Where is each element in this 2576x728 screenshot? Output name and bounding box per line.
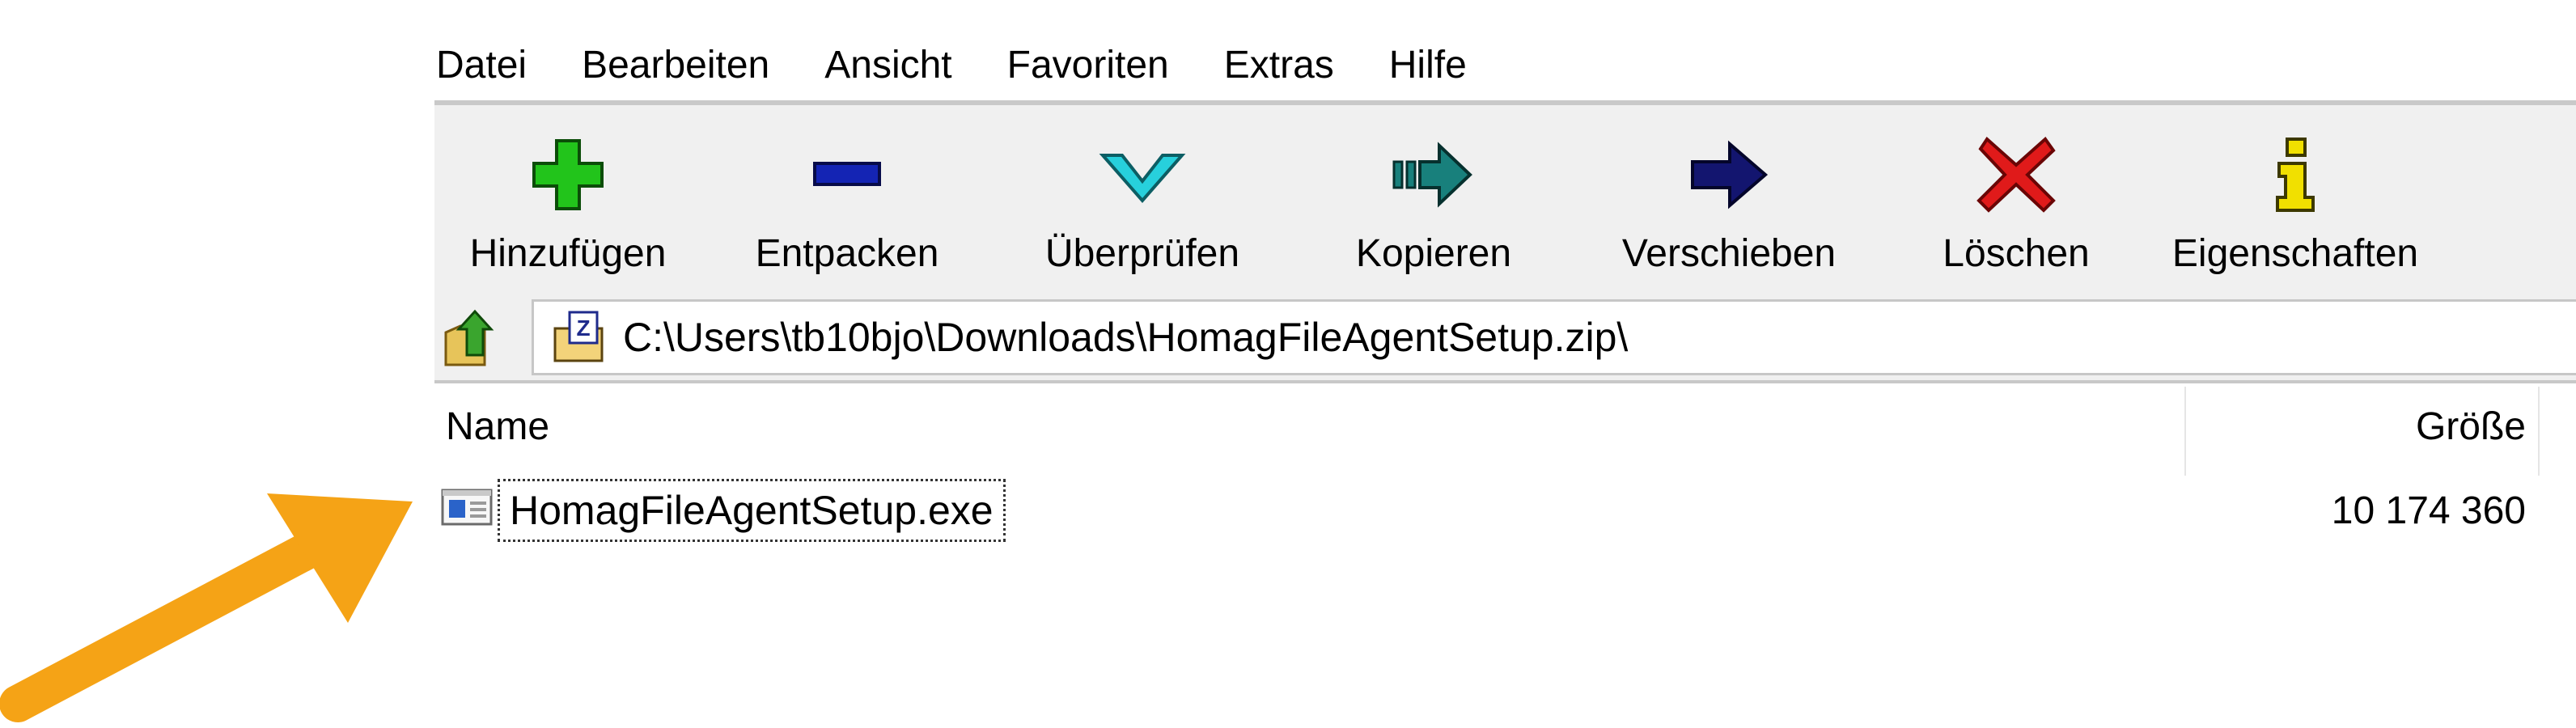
move-label: Verschieben	[1621, 232, 1837, 275]
address-bar: Z C:\Users\tb10bjo\Downloads\HomagFileAg…	[434, 293, 2576, 383]
add-icon	[523, 134, 612, 215]
menu-ansicht[interactable]: Ansicht	[823, 43, 953, 87]
properties-button[interactable]: Eigenschaften	[2150, 105, 2441, 298]
column-divider[interactable]	[2184, 387, 2186, 476]
menu-extras[interactable]: Extras	[1222, 43, 1336, 87]
info-icon	[2251, 134, 2340, 215]
add-button[interactable]: Hinzufügen	[434, 105, 701, 298]
menu-hilfe[interactable]: Hilfe	[1388, 43, 1468, 87]
copy-button[interactable]: Kopieren	[1292, 105, 1575, 298]
menu-datei[interactable]: Datei	[434, 43, 528, 87]
extract-button[interactable]: Entpacken	[701, 105, 993, 298]
list-header: Name Größe	[434, 387, 2576, 476]
list-item[interactable]: HomagFileAgentSetup.exe 10 174 360	[434, 476, 2576, 542]
annotation-arrow-icon	[0, 493, 413, 722]
file-list: Name Größe HomagFileAgentSetup.exe 10 17…	[434, 387, 2576, 728]
menu-favoriten[interactable]: Favoriten	[1006, 43, 1171, 87]
folder-up-icon	[444, 309, 494, 366]
file-size: 10 174 360	[2331, 489, 2526, 532]
column-header-size[interactable]: Größe	[2416, 404, 2526, 449]
column-divider[interactable]	[2538, 387, 2540, 476]
column-header-name[interactable]: Name	[446, 404, 549, 449]
properties-label: Eigenschaften	[2171, 232, 2419, 275]
copy-icon	[1389, 134, 1478, 215]
exe-file-icon	[441, 489, 493, 526]
address-path: C:\Users\tb10bjo\Downloads\HomagFileAgen…	[623, 315, 1629, 360]
move-icon	[1684, 134, 1773, 215]
test-label: Überprüfen	[1044, 232, 1240, 275]
test-button[interactable]: Überprüfen	[993, 105, 1292, 298]
zip-archive-icon: Z	[550, 309, 607, 366]
extract-icon	[803, 134, 892, 215]
menu-bearbeiten[interactable]: Bearbeiten	[580, 43, 771, 87]
delete-button[interactable]: Löschen	[1883, 105, 2150, 298]
delete-icon	[1972, 134, 2061, 215]
extract-label: Entpacken	[755, 232, 939, 275]
add-label: Hinzufügen	[469, 232, 667, 275]
svg-text:Z: Z	[576, 315, 590, 341]
delete-label: Löschen	[1943, 232, 2090, 275]
move-button[interactable]: Verschieben	[1575, 105, 1883, 298]
copy-label: Kopieren	[1355, 232, 1512, 275]
toolbar: Hinzufügen Entpacken Überprüfen Kopieren…	[434, 100, 2576, 300]
address-field[interactable]: Z C:\Users\tb10bjo\Downloads\HomagFileAg…	[532, 299, 2576, 375]
menu-bar: Datei Bearbeiten Ansicht Favoriten Extra…	[434, 32, 1520, 97]
file-name[interactable]: HomagFileAgentSetup.exe	[498, 479, 1006, 542]
test-icon	[1098, 134, 1187, 215]
up-folder-button[interactable]	[434, 301, 507, 374]
archive-window: Datei Bearbeiten Ansicht Favoriten Extra…	[434, 0, 2576, 728]
